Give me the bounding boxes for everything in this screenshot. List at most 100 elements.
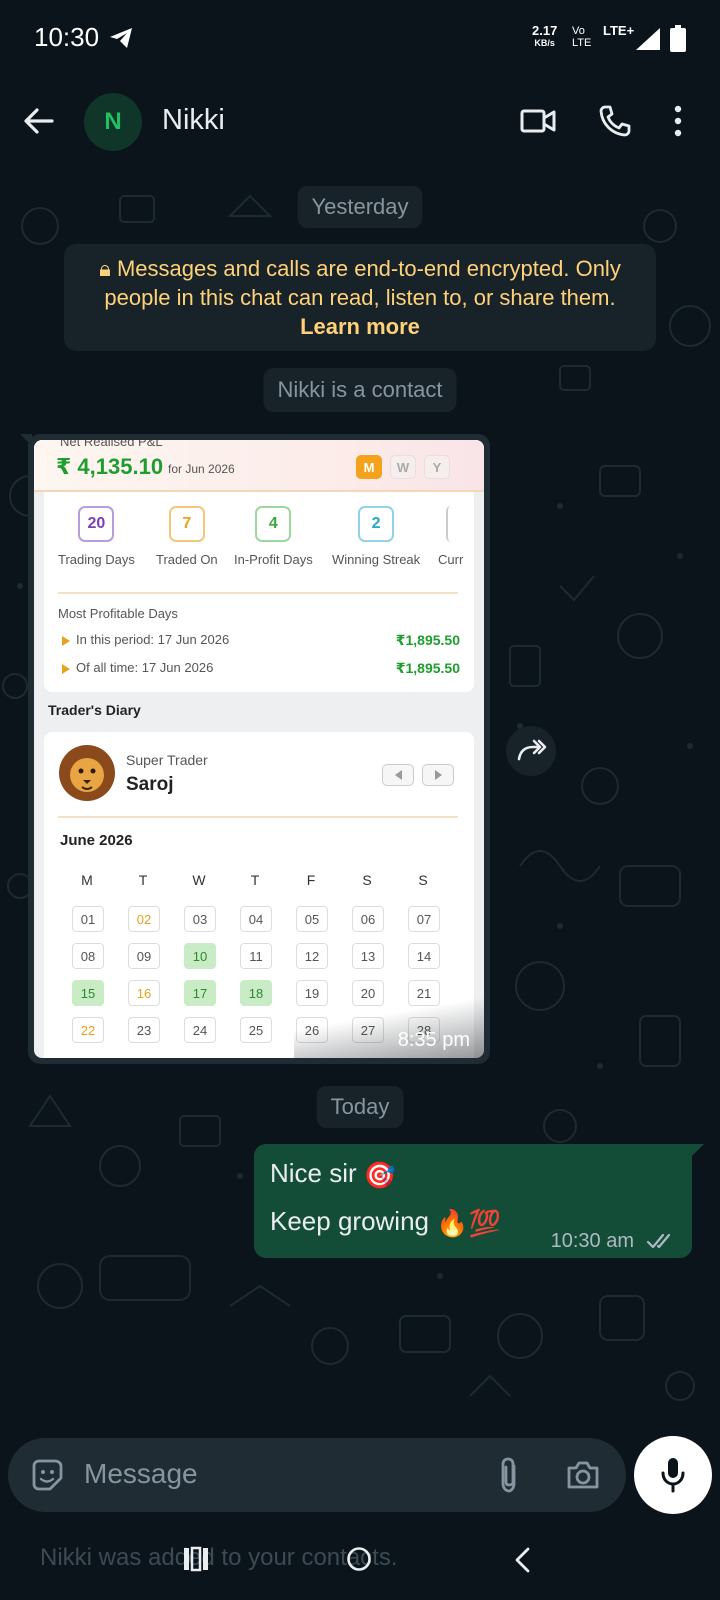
telegram-icon <box>110 28 132 48</box>
incoming-image-message[interactable]: Net Realised P&L ₹ 4,135.10 for Jun 2026… <box>20 434 490 1064</box>
camera-icon[interactable] <box>566 1460 600 1490</box>
learn-more-link[interactable]: Learn more <box>300 314 420 339</box>
contact-info-chip: Nikki is a contact <box>263 368 457 412</box>
pnl-value: ₹ 4,135.10 <box>56 454 164 479</box>
stat-value <box>445 506 456 542</box>
forward-icon <box>517 739 547 761</box>
calendar-day: 18 <box>240 980 272 1006</box>
stat-current: Curr <box>438 506 463 567</box>
period-year-button: Y <box>424 455 450 479</box>
pnl-period: for Jun 2026 <box>168 462 235 476</box>
forward-button[interactable] <box>506 726 556 776</box>
divider <box>58 592 458 594</box>
system-back-icon[interactable] <box>512 1546 532 1574</box>
calendar-day: 11 <box>240 943 272 969</box>
period-month-button: M <box>356 455 382 479</box>
calendar-day: 06 <box>352 906 384 932</box>
stat-winning-streak: 2 Winning Streak <box>332 506 420 567</box>
stat-label: Winning Streak <box>332 552 421 567</box>
calendar-day: 14 <box>408 943 440 969</box>
most-profitable-alltime-row: Of all time: 17 Jun 2026 <box>62 660 213 675</box>
stat-value: 2 <box>358 506 395 542</box>
period-week-button: W <box>390 455 416 479</box>
home-icon[interactable] <box>346 1546 372 1572</box>
fire-hundred-emoji-icon: 🔥💯 <box>436 1207 501 1238</box>
outgoing-message[interactable]: Nice sir 🎯 Keep growing 🔥💯 10:30 am <box>254 1144 704 1258</box>
attach-icon[interactable] <box>498 1456 520 1494</box>
recents-icon[interactable] <box>182 1546 210 1572</box>
calendar-day: 02 <box>128 906 160 932</box>
encryption-notice[interactable]: 🔒︎ Messages and calls are end-to-end enc… <box>64 244 656 351</box>
more-options-icon[interactable] <box>672 104 684 138</box>
voice-call-icon[interactable] <box>598 104 632 138</box>
chat-header: N Nikki <box>0 78 720 166</box>
pnl-header: Net Realised P&L ₹ 4,135.10 for Jun 2026… <box>34 440 484 492</box>
calendar-day: 25 <box>240 1017 272 1043</box>
battery-icon <box>670 25 686 52</box>
status-time: 10:30 <box>34 22 100 52</box>
mp-value: ₹1,895.50 <box>395 632 460 648</box>
stats-card: 20 Trading Days 7 Traded On 4 In-Profit … <box>44 492 474 692</box>
contact-added-toast: Nikki was added to your contacts. <box>40 1544 398 1571</box>
pnl-title: Net Realised P&L <box>60 440 163 449</box>
voice-message-button[interactable] <box>634 1436 712 1514</box>
calendar-day: 22 <box>72 1017 104 1043</box>
next-arrow-icon <box>422 764 454 786</box>
mp-label: In this period: 17 Jun 2026 <box>76 632 230 647</box>
message-timestamp: 10:30 am <box>550 1230 634 1252</box>
message-text: Nice sir <box>270 1158 357 1188</box>
contact-name[interactable]: Nikki <box>162 104 225 137</box>
sticker-icon[interactable] <box>30 1458 64 1492</box>
calendar-day: 05 <box>296 906 328 932</box>
contact-avatar[interactable]: N <box>84 93 142 151</box>
chat-area[interactable]: Yesterday 🔒︎ Messages and calls are end-… <box>0 166 720 1436</box>
message-composer <box>8 1438 626 1512</box>
date-chip-today: Today <box>316 1086 404 1128</box>
divider <box>58 816 458 818</box>
calendar-day: 04 <box>240 906 272 932</box>
calendar-day: 16 <box>128 980 160 1006</box>
encryption-text: Messages and calls are end-to-end encryp… <box>104 256 621 310</box>
signal-icon <box>636 28 660 50</box>
calendar-day: 08 <box>72 943 104 969</box>
network-type: LTE+ <box>603 23 635 38</box>
weekday-label: M <box>81 872 93 888</box>
message-text: Keep growing <box>270 1206 429 1236</box>
message-line-2: Keep growing 🔥💯 <box>270 1206 501 1239</box>
most-profitable-period-row: In this period: 17 Jun 2026 <box>62 632 229 647</box>
message-input[interactable] <box>84 1458 464 1490</box>
back-arrow-icon[interactable] <box>22 104 56 138</box>
speed-unit: KB/s <box>534 38 555 48</box>
lion-avatar-icon <box>59 745 115 801</box>
calendar-day: 24 <box>184 1017 216 1043</box>
status-bar: 10:30 2.17 KB/s Vo LTE LTE+ <box>0 0 720 78</box>
double-check-icon <box>646 1233 671 1249</box>
network-speed: 2.17 KB/s <box>532 24 557 50</box>
microphone-icon <box>661 1458 685 1493</box>
image-timestamp: 8:35 pm <box>397 1029 470 1051</box>
mp-label: Of all time: 17 Jun 2026 <box>76 660 214 675</box>
triangle-bullet-icon <box>62 635 70 646</box>
calendar-day: 01 <box>72 906 104 932</box>
badge-label: Super Trader <box>126 752 208 768</box>
shared-screenshot[interactable]: Net Realised P&L ₹ 4,135.10 for Jun 2026… <box>34 440 484 1058</box>
weekday-label: T <box>138 872 148 888</box>
trader-name: Saroj <box>126 774 174 795</box>
weekday-label: F <box>306 872 316 888</box>
calendar-day: 15 <box>72 980 104 1006</box>
stat-label: In-Profit Days <box>234 552 313 567</box>
stat-label: Traded On <box>156 552 218 567</box>
lock-icon: 🔒︎ <box>99 256 117 281</box>
weekday-label: T <box>250 872 260 888</box>
calendar-day: 03 <box>184 906 216 932</box>
calendar-month: June 2026 <box>60 832 133 849</box>
date-chip-yesterday: Yesterday <box>297 186 423 228</box>
volte-bottom: LTE <box>572 37 592 49</box>
stat-trading-days: 20 Trading Days <box>58 506 135 567</box>
weekday-label: S <box>418 872 428 888</box>
system-navigation-bar: Nikki was added to your contacts. <box>0 1520 720 1600</box>
message-line-1: Nice sir 🎯 <box>270 1158 396 1191</box>
most-profitable-title: Most Profitable Days <box>58 606 178 621</box>
stat-value: 20 <box>78 506 115 542</box>
video-call-icon[interactable] <box>520 106 556 136</box>
